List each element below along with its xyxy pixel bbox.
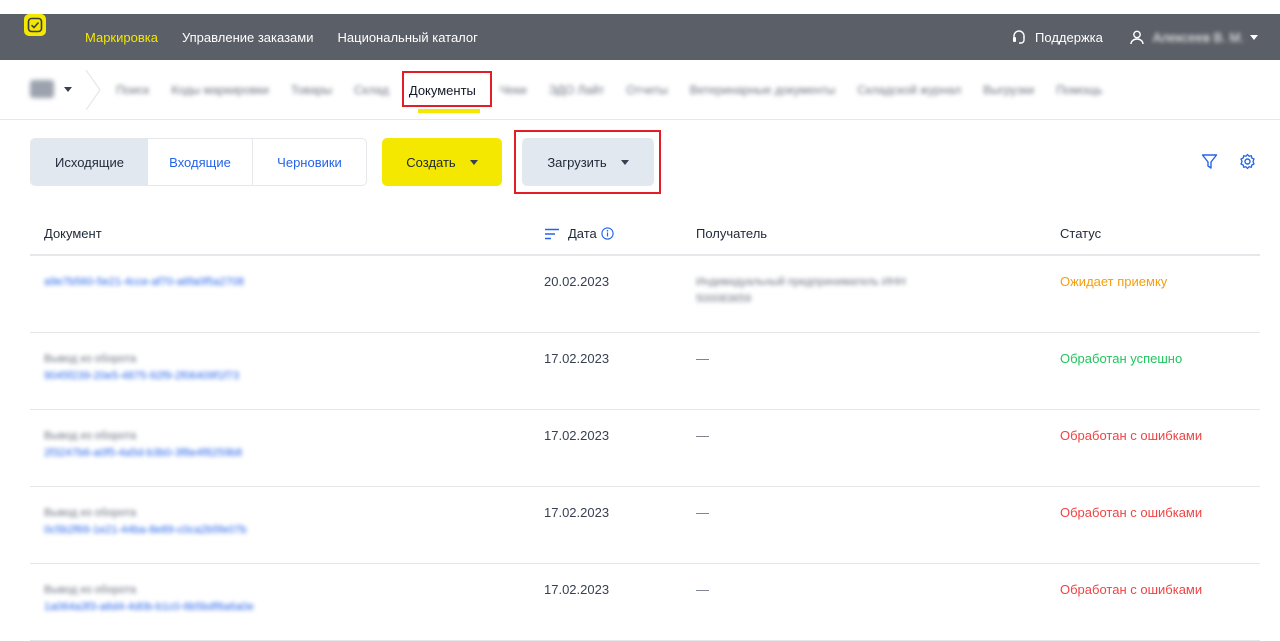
status-badge: Обработан с ошибками bbox=[1060, 428, 1203, 443]
topnav-catalog[interactable]: Национальный каталог bbox=[338, 30, 478, 45]
segment-incoming[interactable]: Входящие bbox=[148, 139, 252, 185]
filter-icon[interactable] bbox=[1201, 153, 1218, 170]
chevron-down-icon bbox=[64, 86, 72, 92]
recipient-cell: — bbox=[696, 428, 709, 443]
user-icon bbox=[1130, 30, 1144, 45]
document-link[interactable]: a9e7b560-5e21-4cce-af70-a6fa0f5a2708 bbox=[44, 274, 244, 291]
col-date-label: Дата bbox=[568, 226, 597, 241]
document-cell: Вывод из оборота 9045f239-20e5-4875-92f9-… bbox=[44, 351, 239, 385]
topnav-marking[interactable]: Маркировка bbox=[85, 30, 158, 45]
highlight-box bbox=[401, 70, 492, 107]
table-row[interactable]: Вывод из оборота 9045f239-20e5-4875-92f9-… bbox=[30, 333, 1260, 410]
status-badge: Обработан с ошибками bbox=[1060, 582, 1203, 597]
col-date[interactable]: Дата bbox=[544, 226, 614, 241]
logo-icon[interactable] bbox=[24, 14, 46, 36]
col-recipient: Получатель bbox=[696, 226, 768, 241]
recipient-cell: Индивидуальный предприниматель ИНН 50008… bbox=[696, 276, 906, 305]
status-badge: Обработан с ошибками bbox=[1060, 505, 1203, 520]
document-cell: Вывод из оборота 1a064a3f3-a6d4-4d0b-b1c0… bbox=[44, 582, 254, 616]
section-tabs: Поиск Коды маркировки Товары Склад Докум… bbox=[116, 60, 1125, 120]
recipient-cell: — bbox=[696, 582, 709, 597]
tab-warehouse-log[interactable]: Складской журнал bbox=[857, 83, 961, 97]
document-cell: Вывод из оборота 0c5b2f69-1e21-44ba-8e89-… bbox=[44, 505, 246, 539]
status-badge: Обработан успешно bbox=[1060, 351, 1183, 366]
chevron-down-icon bbox=[469, 159, 478, 165]
document-cell: a9e7b560-5e21-4cce-af70-a6fa0f5a2708 bbox=[44, 274, 244, 291]
tab-vet-docs[interactable]: Ветеринарные документы bbox=[690, 83, 836, 97]
document-title: Вывод из оборота bbox=[44, 353, 137, 365]
create-label: Создать bbox=[406, 154, 456, 170]
recipient-cell: — bbox=[696, 351, 709, 366]
tab-reports[interactable]: Отчеты bbox=[626, 83, 667, 97]
org-selector[interactable] bbox=[30, 80, 72, 98]
document-link[interactable]: 0c5b2f69-1e21-44ba-8e89-c0ca2b5fe07b bbox=[44, 522, 246, 539]
direction-switch: Исходящие Входящие Черновики bbox=[30, 138, 367, 186]
top-nav: Маркировка Управление заказами Националь… bbox=[85, 14, 502, 60]
active-tab-underline bbox=[417, 108, 480, 113]
support-link[interactable]: Поддержка bbox=[1011, 29, 1103, 45]
tab-codes[interactable]: Коды маркировки bbox=[171, 83, 269, 97]
top-bar: Маркировка Управление заказами Националь… bbox=[0, 0, 1280, 60]
status-badge: Ожидает приемку bbox=[1060, 274, 1168, 289]
chevron-down-icon bbox=[1250, 34, 1258, 40]
document-link[interactable]: 9045f239-20e5-4875-92f9-2f06409f1f73 bbox=[44, 368, 239, 385]
document-link[interactable]: 2f3247b6-a0f5-4a5d-b3b0-3f8e4f8259b8 bbox=[44, 445, 242, 462]
tab-help[interactable]: Помощь bbox=[1056, 83, 1102, 97]
col-status: Статус bbox=[1060, 226, 1102, 241]
table-row[interactable]: Вывод из оборота 2f3247b6-a0f5-4a5d-b3b0-… bbox=[30, 410, 1260, 487]
support-label: Поддержка bbox=[1035, 29, 1103, 45]
breadcrumb-separator bbox=[85, 70, 101, 110]
tab-exports[interactable]: Выгрузки bbox=[983, 83, 1034, 97]
highlight-box bbox=[514, 130, 661, 194]
user-name: Алексеев В. М. bbox=[1152, 29, 1244, 45]
segment-drafts[interactable]: Черновики bbox=[252, 139, 366, 185]
document-title: Вывод из оборота bbox=[44, 507, 137, 519]
sort-icon[interactable] bbox=[544, 228, 560, 240]
org-logo bbox=[30, 80, 54, 98]
tab-documents[interactable]: Документы bbox=[401, 70, 492, 113]
gear-icon[interactable] bbox=[1239, 153, 1256, 170]
table-row[interactable]: Вывод из оборота 0c5b2f69-1e21-44ba-8e89-… bbox=[30, 487, 1260, 564]
date-cell: 17.02.2023 bbox=[544, 351, 610, 366]
recipient-cell: — bbox=[696, 505, 709, 520]
col-document: Документ bbox=[44, 226, 102, 241]
topnav-orders[interactable]: Управление заказами bbox=[182, 30, 314, 45]
date-cell: 17.02.2023 bbox=[544, 582, 610, 597]
user-menu[interactable]: Алексеев В. М. bbox=[1129, 29, 1258, 45]
document-cell: Вывод из оборота 2f3247b6-a0f5-4a5d-b3b0-… bbox=[44, 428, 242, 462]
document-title: Вывод из оборота bbox=[44, 584, 137, 596]
table-row[interactable]: Вывод из оборота 1a064a3f3-a6d4-4d0b-b1c0… bbox=[30, 564, 1260, 641]
table-row[interactable]: a9e7b560-5e21-4cce-af70-a6fa0f5a2708 20.0… bbox=[30, 256, 1260, 333]
tab-receipts[interactable]: Чеки bbox=[500, 83, 527, 97]
create-button[interactable]: Создать bbox=[382, 138, 502, 186]
date-cell: 17.02.2023 bbox=[544, 428, 610, 443]
tab-search[interactable]: Поиск bbox=[116, 83, 149, 97]
tab-warehouse[interactable]: Склад bbox=[354, 83, 389, 97]
document-link[interactable]: 1a064a3f3-a6d4-4d0b-b1c0-6b5bdf8a6a0e bbox=[44, 599, 254, 616]
tab-edo-lite[interactable]: ЭДО Лайт bbox=[549, 83, 605, 97]
segment-outgoing[interactable]: Исходящие bbox=[31, 139, 148, 185]
info-icon[interactable] bbox=[601, 227, 614, 240]
section-nav: Поиск Коды маркировки Товары Склад Докум… bbox=[0, 60, 1280, 120]
tab-products[interactable]: Товары bbox=[291, 83, 332, 97]
date-cell: 17.02.2023 bbox=[544, 505, 610, 520]
support-icon bbox=[1013, 30, 1025, 44]
table-header: Документ Дата Получатель Статус bbox=[30, 212, 1260, 256]
date-cell: 20.02.2023 bbox=[544, 274, 610, 289]
document-title: Вывод из оборота bbox=[44, 430, 137, 442]
